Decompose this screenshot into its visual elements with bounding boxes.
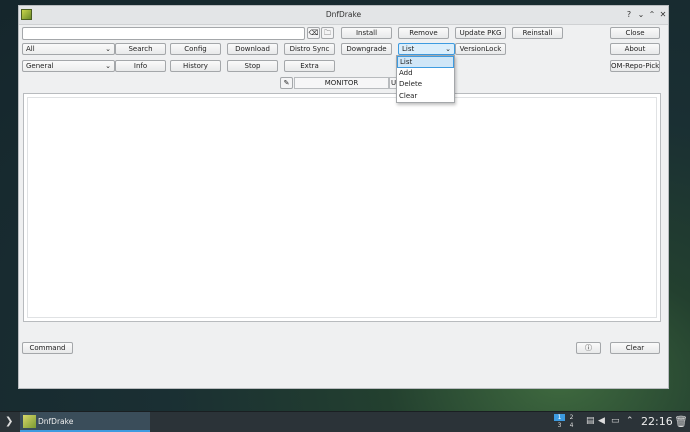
chevron-down-icon: ⌄ (105, 45, 111, 53)
distro-sync-button[interactable]: Distro Sync (284, 43, 335, 55)
downgrade-button[interactable]: Downgrade (341, 43, 392, 55)
info-icon[interactable]: ⓘ (576, 342, 601, 354)
stop-button[interactable]: Stop (227, 60, 278, 72)
list-combo-value: List (402, 45, 415, 53)
desktop-1[interactable]: 1 (554, 414, 565, 421)
clock[interactable]: 22:16 (641, 415, 673, 428)
desktop-2[interactable]: 2 (566, 414, 577, 421)
list-combo[interactable]: List ⌄ (398, 43, 455, 55)
launcher-icon[interactable]: ❯ (5, 416, 13, 427)
reinstall-button[interactable]: Reinstall (512, 27, 563, 39)
info-type-combo[interactable]: General ⌄ (22, 60, 115, 72)
history-button[interactable]: History (170, 60, 221, 72)
dropdown-item-clear[interactable]: Clear (397, 91, 454, 103)
info-type-combo-value: General (26, 62, 54, 70)
dropdown-item-list[interactable]: List (397, 56, 454, 68)
close-button[interactable]: Close (610, 27, 660, 39)
repo-combo[interactable]: All ⌄ (22, 43, 115, 55)
about-button[interactable]: About (610, 43, 660, 55)
taskbar: ❯ DnfDrake 1 2 3 4 ▤ ◀ ▭ ⌃ 22:16 🗑 (0, 411, 690, 432)
command-button[interactable]: Command (22, 342, 73, 354)
update-pkg-button[interactable]: Update PKG (455, 27, 506, 39)
download-button[interactable]: Download (227, 43, 278, 55)
arrow-up-icon[interactable]: ⌃ (626, 416, 634, 426)
versionlock-button[interactable]: VersionLock (455, 43, 506, 55)
pin-icon[interactable]: ✎ (280, 77, 293, 89)
config-button[interactable]: Config (170, 43, 221, 55)
list-dropdown: List Add Delete Clear (396, 55, 455, 103)
title-bar: DnfDrake ? ⌄ ⌃ ✕ (19, 6, 668, 25)
task-dnfdrake[interactable]: DnfDrake (20, 412, 150, 432)
close-window-icon[interactable]: ✕ (657, 9, 669, 21)
virtual-desktop-pager: 1 2 3 4 (554, 414, 578, 430)
install-button[interactable]: Install (341, 27, 392, 39)
om-repo-picker-button[interactable]: OM-Repo-Picker (610, 60, 660, 72)
volume-icon[interactable]: ◀ (598, 416, 605, 426)
app-icon (23, 415, 36, 428)
repo-combo-value: All (26, 45, 35, 53)
network-icon[interactable]: ▭ (611, 416, 620, 426)
chevron-down-icon: ⌄ (105, 62, 111, 70)
window-title: DnfDrake (325, 10, 362, 19)
clipboard-icon[interactable]: ▤ (586, 416, 595, 426)
extra-button[interactable]: Extra (284, 60, 335, 72)
dropdown-item-delete[interactable]: Delete (397, 79, 454, 91)
remove-button[interactable]: Remove (398, 27, 449, 39)
output-inner (27, 97, 657, 318)
app-window: DnfDrake ? ⌄ ⌃ ✕ ⌫ 🗀 Install Remove Upda… (18, 5, 669, 389)
clear-button[interactable]: Clear (610, 342, 660, 354)
search-button[interactable]: Search (115, 43, 166, 55)
dropdown-item-add[interactable]: Add (397, 68, 454, 80)
search-input[interactable] (22, 27, 305, 40)
trash-icon[interactable]: 🗑 (674, 415, 688, 428)
desktop-4[interactable]: 4 (566, 422, 577, 429)
clear-search-icon[interactable]: ⌫ (307, 27, 320, 39)
desktop-3[interactable]: 3 (554, 422, 565, 429)
chevron-down-icon: ⌄ (445, 45, 451, 53)
output-area[interactable] (23, 93, 661, 322)
task-label: DnfDrake (38, 417, 74, 426)
folder-icon[interactable]: 🗀 (321, 27, 334, 39)
info-button[interactable]: Info (115, 60, 166, 72)
help-icon[interactable]: ? (623, 9, 635, 21)
monitor-header[interactable]: MONITOR (294, 77, 389, 89)
